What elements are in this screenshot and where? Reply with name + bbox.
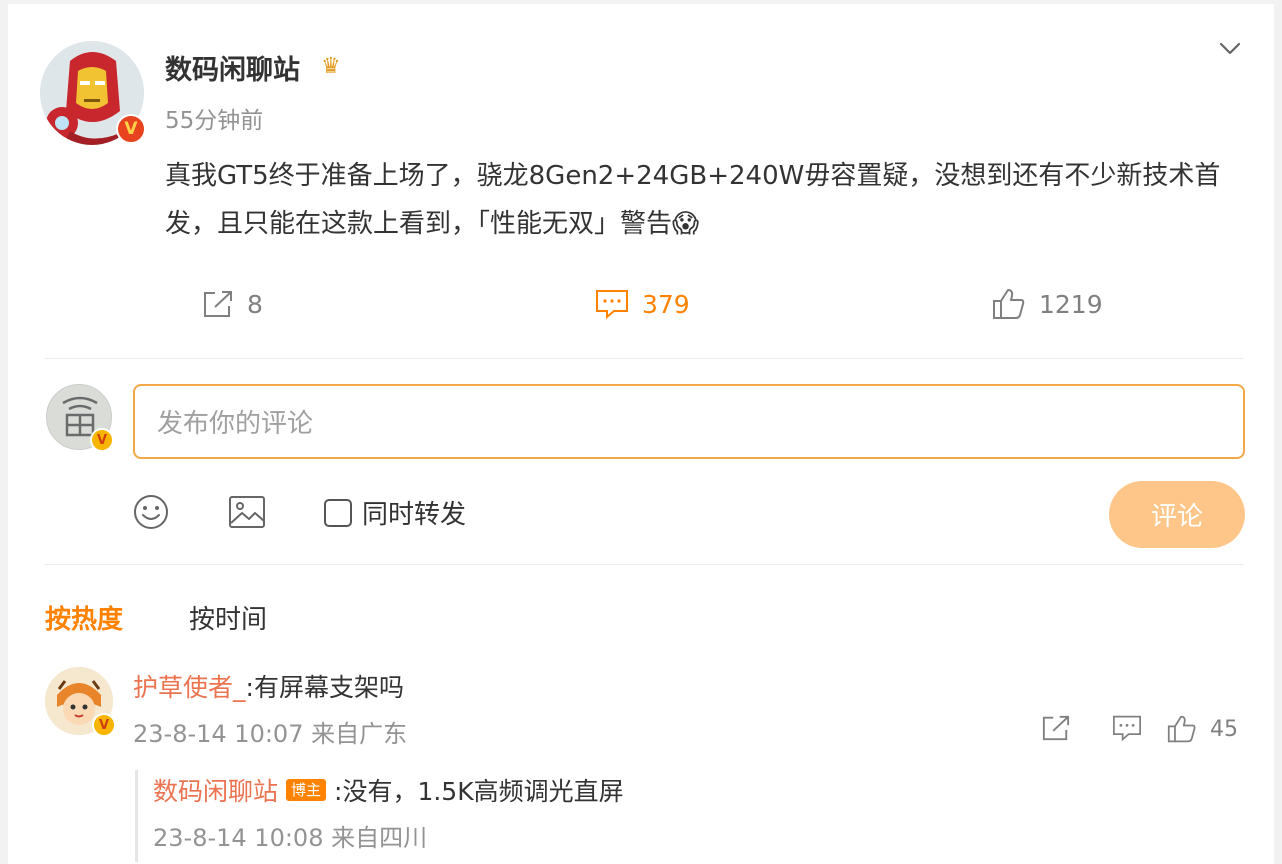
comment-share-button[interactable]: [1040, 714, 1072, 742]
verified-badge-icon: V: [92, 713, 116, 737]
post-text: 真我GT5终于准备上场了，骁龙8Gen2+24GB+240W毋容置疑，没想到还有…: [165, 161, 1221, 239]
reply-thread-line: [135, 770, 138, 862]
comment-button[interactable]: 379: [594, 284, 690, 324]
sort-by-time-tab[interactable]: 按时间: [189, 599, 267, 636]
divider: [44, 358, 1244, 359]
verified-badge-icon: V: [116, 114, 146, 144]
post-time[interactable]: 55分钟前: [165, 101, 263, 135]
verified-badge-icon: V: [90, 428, 114, 452]
comment-meta: 23-8-14 10:07 来自广东: [133, 720, 408, 748]
divider: [44, 564, 1244, 565]
sort-by-hot-tab[interactable]: 按热度: [45, 599, 123, 636]
comment-input[interactable]: 发布你的评论: [133, 384, 1245, 459]
repost-label: 同时转发: [362, 500, 467, 530]
emoji-icon[interactable]: [133, 494, 169, 530]
share-count: 8: [247, 289, 263, 319]
like-button[interactable]: 1219: [991, 284, 1103, 324]
reply-username[interactable]: 数码闲聊站: [153, 772, 278, 808]
author-tag-badge: 博主: [286, 779, 327, 801]
checkbox-box[interactable]: [324, 498, 352, 527]
comment-count: 379: [642, 289, 690, 319]
like-icon: [1167, 715, 1196, 743]
comment-line: 护草使者_:有屏幕支架吗: [133, 668, 404, 704]
share-button[interactable]: 8: [201, 284, 263, 324]
comment-reply-button[interactable]: [1111, 714, 1143, 742]
comment-icon: [596, 290, 628, 320]
reply-text: :没有，1.5K高频调光直屏: [334, 777, 624, 806]
image-icon[interactable]: [228, 494, 266, 530]
submit-comment-button[interactable]: 评论: [1109, 481, 1245, 548]
comment-icon: [1113, 715, 1141, 742]
like-count: 1219: [1039, 289, 1103, 319]
share-icon: [1042, 715, 1070, 741]
post-author-name[interactable]: 数码闲聊站: [165, 48, 300, 87]
repost-checkbox[interactable]: 同时转发: [324, 494, 466, 531]
crown-icon: ♛: [321, 54, 341, 79]
comment-username[interactable]: 护草使者_: [133, 673, 246, 702]
reply-meta: 23-8-14 10:08 来自四川: [153, 824, 428, 852]
reply-line: 数码闲聊站 博主 :没有，1.5K高频调光直屏: [153, 772, 624, 808]
comment-like-count: 45: [1210, 716, 1238, 742]
chevron-down-icon[interactable]: [1216, 34, 1244, 62]
like-icon: [993, 289, 1025, 319]
comment-text: :有屏幕支架吗: [245, 673, 404, 702]
comment-like-button[interactable]: 45: [1166, 714, 1238, 744]
share-icon: [204, 291, 232, 317]
weibo-post-card: V 数码闲聊站 ♛ 55分钟前 真我GT5终于准备上场了，骁龙8Gen2+24G…: [8, 4, 1274, 864]
